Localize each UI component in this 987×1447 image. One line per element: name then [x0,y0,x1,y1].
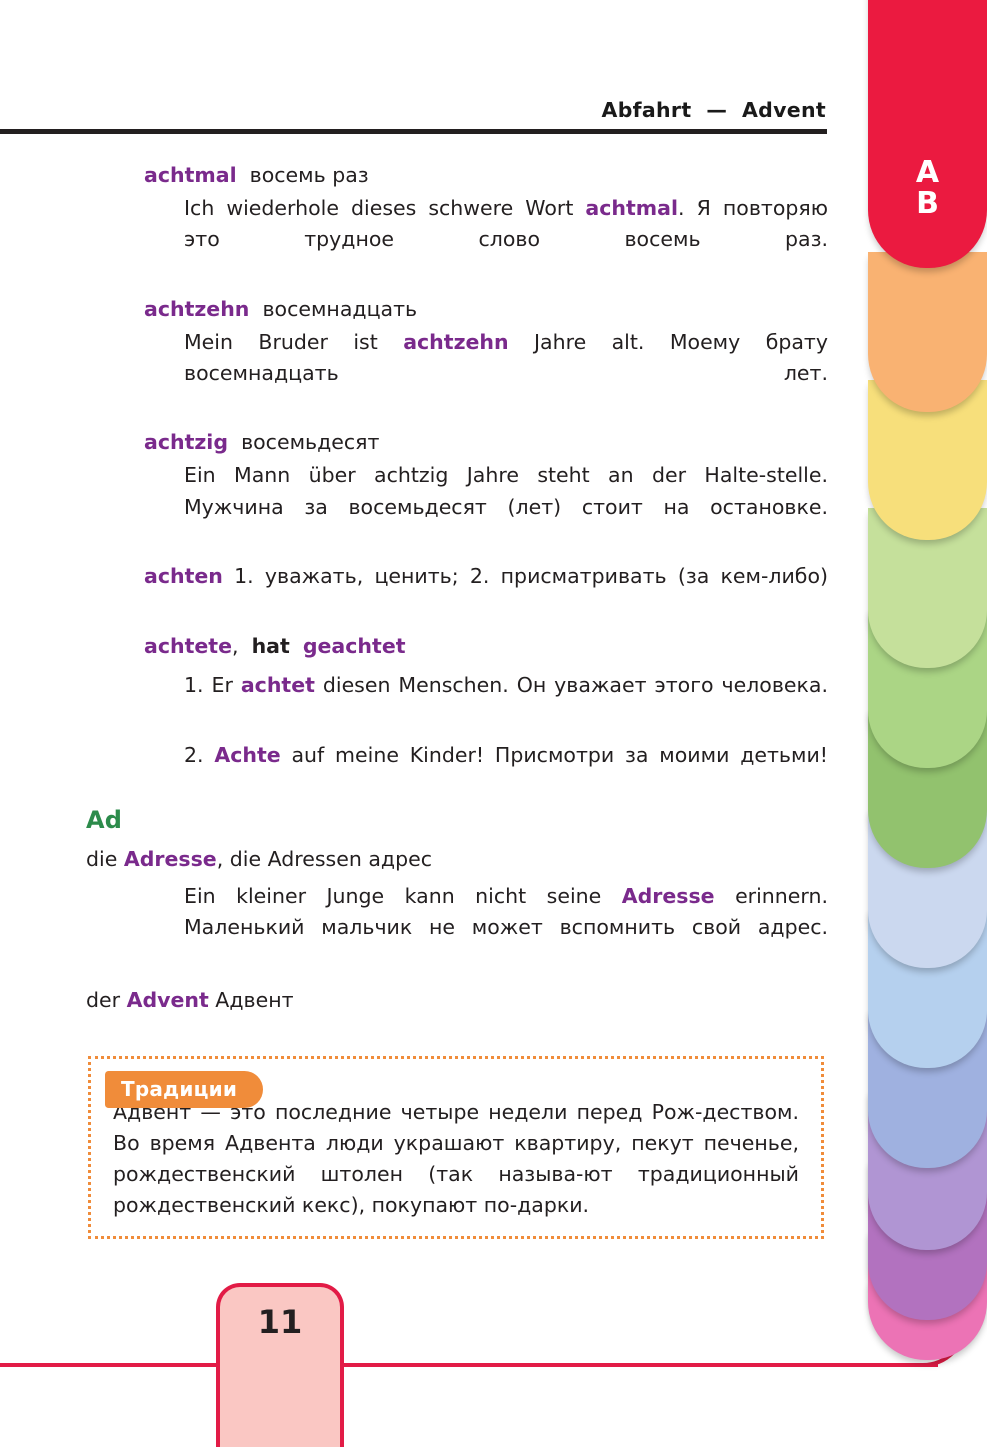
headword-text: Adresse [123,847,217,871]
page-number-tab: 11 [216,1283,344,1447]
entry-headword-advent: der Advent Адвент [86,985,828,1016]
example-keyword: achtzehn [403,329,509,354]
example-keyword: Adresse [621,884,715,909]
gloss-value: 1. уважать, ценить; 2. присматривать (за… [234,563,828,588]
headword-text: achten [144,563,223,588]
thumb-index-tab[interactable] [868,252,987,412]
entry-headword-achtmal: achtmal восемь раз [86,160,828,191]
headword-text: achtzehn [144,296,250,321]
section-letter-heading: Ad [86,806,123,834]
example-de-tail: . [678,196,685,221]
example-achtzehn: Mein Bruder ist achtzehn Jahre alt. Моем… [86,327,828,420]
sense-body: auf meine Kinder! Присмотри за моими дет… [280,742,829,767]
entry-column: achtmal восемь раз Ich wiederhole dieses… [86,160,828,809]
section-ad: Ad die Adresse, die Adressen адрес Ein k… [86,806,828,1020]
culture-note-box: Традиции Адвент — это последние четыре н… [88,1056,824,1239]
entry-headword-achtzig: achtzig восемьдесят [86,427,828,458]
form-preterite: achtete [144,634,232,659]
example-keyword: Achte [214,742,281,767]
culture-note-label: Традиции [105,1071,264,1108]
sense-body: diesen Menschen. Он уважает этого челове… [314,673,828,698]
headword-rest: Адвент [208,987,294,1012]
example-achtzig: Ein Mann über achtzig Jahre steht an der… [86,460,828,553]
header-rule [0,129,827,134]
example-keyword: achtmal [585,196,679,221]
example-de: Mein Bruder ist [184,329,404,354]
entry-headword-adresse: die Adresse, die Adressen адрес [86,844,828,875]
form-participle: geachtet [302,634,406,659]
running-head-text: Abfahrt — Advent [601,98,826,122]
thumb-index-tab-active[interactable]: AB [868,0,987,268]
thumb-index-tab-label: AB [868,155,987,221]
entry-headword-achtzehn: achtzehn восемнадцать [86,294,828,325]
gloss-value: восемьдесят [241,430,380,455]
dictionary-page: Abfahrt — Advent achtmal восемь раз Ich … [0,0,987,1447]
example-de-tail: erinnern. [714,884,828,909]
example-de-tail: Jahre alt. [508,329,645,354]
headword-text: achtzig [144,430,229,455]
gloss-text [237,163,250,187]
footer-rule [0,1363,938,1367]
example-adresse: Ein kleiner Junge kann nicht seine Adres… [86,881,828,974]
article: der [86,987,127,1012]
thumb-index: AB [868,0,987,1360]
example-ru: Маленький мальчик не может вспомнить сво… [184,915,828,940]
article: die [86,847,124,871]
culture-note-text: Адвент — это последние четыре недели пер… [113,1100,799,1218]
example-de: Ein kleiner Junge kann nicht seine [184,884,622,909]
page-number-value: 11 [257,1303,303,1341]
example-achten-sense2: 2. Achte auf meine Kinder! Присмотри за … [86,740,828,802]
entry-forms-achten: achtete, hat geachtet [86,631,828,662]
sense-number: 2. [184,742,215,767]
example-achtmal: Ich wiederhole dieses schwere Wort achtm… [86,193,828,286]
thumb-index-label-line-1: A [915,155,940,190]
example-de: Ich wiederhole dieses schwere Wort [184,196,586,221]
form-auxiliary: hat [251,634,290,659]
running-head: Abfahrt — Advent [0,98,826,132]
example-achten-sense1: 1. Er achtet diesen Menschen. Он уважает… [86,670,828,732]
headword-text: achtmal [144,163,237,187]
example-de: Ein Mann über achtzig Jahre steht an der… [184,463,828,488]
example-keyword: achtet [240,673,315,698]
headword-text: Advent [126,987,209,1012]
thumb-index-label-line-2: B [916,185,939,221]
headword-rest: , die Adressen адрес [216,847,432,871]
sense-number: 1. Er [184,673,241,698]
example-ru: Мужчина за восемьдесят (лет) стоит на ос… [184,494,828,519]
entry-headword-achten: achten 1. уважать, ценить; 2. присматрив… [86,561,828,623]
gloss-value: восемь раз [249,163,369,187]
gloss-value: восемнадцать [262,296,418,321]
